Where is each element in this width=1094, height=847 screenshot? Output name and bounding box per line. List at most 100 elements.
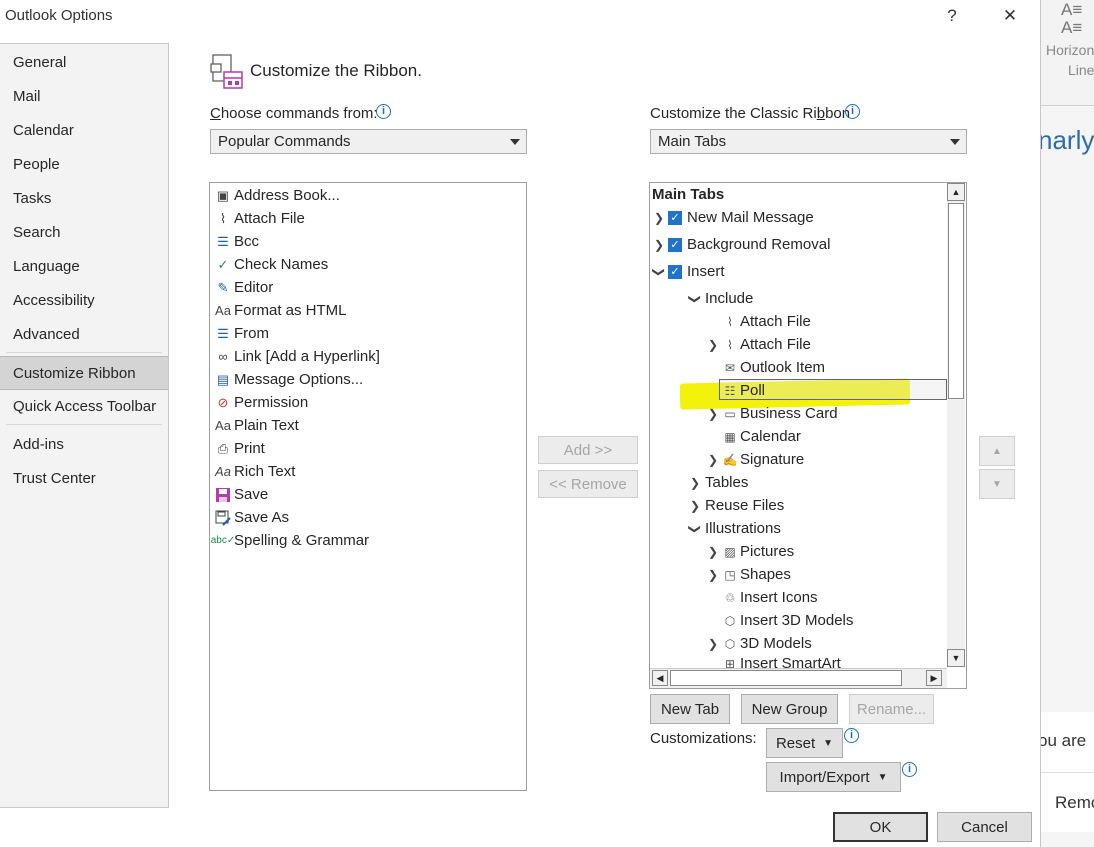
list-item[interactable]: Save [210, 483, 526, 506]
nav-language[interactable]: Language [0, 250, 168, 284]
nav-search[interactable]: Search [0, 216, 168, 250]
list-item[interactable]: ✓ Check Names [210, 253, 526, 276]
tree-node-insert-3d-models[interactable]: ⬡ Insert 3D Models [720, 609, 854, 632]
list-item[interactable]: abc✓ Spelling & Grammar [210, 529, 526, 552]
list-item[interactable]: ☰ From [210, 322, 526, 345]
horizontal-scrollbar[interactable]: ◀ ▶ [650, 668, 947, 688]
list-item[interactable]: ⊘ Permission [210, 391, 526, 414]
checkbox-checked[interactable]: ✓ [668, 210, 682, 225]
help-button[interactable]: ? [932, 2, 972, 30]
nav-add-ins[interactable]: Add-ins [0, 428, 168, 462]
add-button[interactable]: Add >> [538, 436, 638, 464]
new-tab-button[interactable]: New Tab [650, 694, 730, 724]
ribbon-tabs-select[interactable]: Main Tabs [650, 129, 967, 154]
new-group-button[interactable]: New Group [741, 694, 838, 724]
chevron-right-icon[interactable]: ❯ [706, 637, 720, 651]
scroll-thumb[interactable] [670, 670, 902, 686]
tree-node-signature[interactable]: ❯ ✍ Signature [706, 448, 804, 471]
choose-commands-label: Choose commands from: [210, 105, 378, 122]
scroll-right-arrow-icon[interactable]: ▶ [926, 670, 942, 686]
move-up-button[interactable]: ▲ [979, 436, 1015, 466]
tree-node-reuse-files[interactable]: ❯ Reuse Files [688, 494, 784, 517]
list-item[interactable]: Aa Format as HTML [210, 299, 526, 322]
nav-people[interactable]: People [0, 148, 168, 182]
scroll-up-arrow-icon[interactable]: ▲ [947, 183, 965, 201]
doc-text-fragment: ou are [1040, 731, 1087, 750]
tree-node-new-mail[interactable]: ❯ ✓ New Mail Message [652, 206, 814, 229]
chevron-right-icon[interactable]: ❯ [652, 211, 666, 225]
list-item[interactable]: ▣ Address Book... [210, 184, 526, 207]
nav-general[interactable]: General [0, 46, 168, 80]
chevron-right-icon[interactable]: ❯ [706, 545, 720, 559]
chevron-right-icon[interactable]: ❯ [706, 338, 720, 352]
tree-node-outlook-item[interactable]: ✉ Outlook Item [720, 356, 825, 379]
nav-calendar[interactable]: Calendar [0, 114, 168, 148]
tree-node-insert-icons[interactable]: ♲ Insert Icons [720, 586, 818, 609]
list-item[interactable]: ⎙ Print [210, 437, 526, 460]
nav-quick-access-toolbar[interactable]: Quick Access Toolbar [0, 390, 168, 424]
tree-node-business-card[interactable]: ❯ ▭ Business Card [706, 402, 838, 425]
smartart-icon: ⊞ [724, 657, 736, 668]
horizontal-line-icon: A≡ [1061, 0, 1083, 19]
info-icon[interactable]: i [376, 104, 391, 119]
chevron-down-icon[interactable]: ❯ [688, 522, 702, 536]
nav-accessibility[interactable]: Accessibility [0, 284, 168, 318]
scroll-down-arrow-icon[interactable]: ▼ [947, 649, 965, 667]
tree-node-poll[interactable]: ☷ Poll [720, 379, 765, 402]
nav-mail[interactable]: Mail [0, 80, 168, 114]
info-icon[interactable]: i [845, 104, 860, 119]
list-item[interactable]: ☰ Bcc [210, 230, 526, 253]
ribbon-tree[interactable]: Main Tabs ❯ ✓ New Mail Message ❯ ✓ Backgroun… [649, 182, 967, 689]
tree-node-shapes[interactable]: ❯ ◳ Shapes [706, 563, 791, 586]
ribbon-label: Horizon [1046, 42, 1094, 58]
chevron-right-icon[interactable]: ❯ [706, 568, 720, 582]
chevron-down-icon[interactable]: ❯ [652, 265, 666, 279]
tree-node-3d-models[interactable]: ❯ ⬡ 3D Models [706, 632, 812, 655]
list-item[interactable]: ✎ Editor [210, 276, 526, 299]
remove-button[interactable]: << Remove [538, 470, 638, 498]
ok-button[interactable]: OK [833, 812, 928, 842]
vertical-scrollbar[interactable]: ▲ ▼ [947, 183, 965, 667]
tree-node-calendar[interactable]: ▦ Calendar [720, 425, 801, 448]
checkbox-checked[interactable]: ✓ [668, 264, 682, 279]
list-item[interactable]: Save As [210, 506, 526, 529]
list-item[interactable]: Aa Rich Text [210, 460, 526, 483]
chevron-right-icon[interactable]: ❯ [688, 476, 702, 490]
tree-node-insert[interactable]: ❯ ✓ Insert [652, 260, 725, 283]
nav-trust-center[interactable]: Trust Center [0, 462, 168, 496]
tree-node-illustrations[interactable]: ❯ Illustrations [688, 517, 781, 540]
rename-button[interactable]: Rename... [849, 694, 934, 724]
list-item[interactable]: ▤ Message Options... [210, 368, 526, 391]
move-down-button[interactable]: ▼ [979, 469, 1015, 499]
chevron-right-icon[interactable]: ❯ [652, 238, 666, 252]
info-icon[interactable]: i [844, 728, 859, 743]
chevron-right-icon[interactable]: ❯ [688, 499, 702, 513]
checkbox-checked[interactable]: ✓ [668, 237, 682, 252]
cancel-button[interactable]: Cancel [937, 812, 1032, 842]
import-export-button[interactable]: Import/Export ▼ [766, 762, 901, 792]
scroll-thumb[interactable] [948, 203, 964, 399]
commands-list[interactable]: ▣ Address Book... ⌇ Attach File ☰ Bcc ✓ Chec… [209, 182, 527, 791]
choose-commands-select[interactable]: Popular Commands [210, 129, 527, 154]
rich-text-icon: Aa [215, 464, 231, 479]
close-button[interactable]: ✕ [990, 2, 1030, 30]
list-item[interactable]: ⌇ Attach File [210, 207, 526, 230]
tree-node-attach-file[interactable]: ❯ ⌇ Attach File [706, 333, 811, 356]
list-item[interactable]: ∞ Link [Add a Hyperlink] [210, 345, 526, 368]
list-item[interactable]: Aa Plain Text [210, 414, 526, 437]
chevron-down-icon[interactable]: ❯ [688, 292, 702, 306]
tree-node-insert-smartart[interactable]: ⊞ Insert SmartArt [720, 655, 841, 668]
tree-node-tables[interactable]: ❯ Tables [688, 471, 748, 494]
tree-node-attach-file[interactable]: ⌇ Attach File [720, 310, 811, 333]
chevron-right-icon[interactable]: ❯ [706, 453, 720, 467]
reset-button[interactable]: Reset ▼ [766, 728, 843, 758]
tree-node-pictures[interactable]: ❯ ▨ Pictures [706, 540, 794, 563]
nav-advanced[interactable]: Advanced [0, 318, 168, 352]
scroll-left-arrow-icon[interactable]: ◀ [652, 670, 668, 686]
tree-node-include[interactable]: ❯ Include [688, 287, 753, 310]
nav-tasks[interactable]: Tasks [0, 182, 168, 216]
chevron-right-icon[interactable]: ❯ [706, 407, 720, 421]
info-icon[interactable]: i [902, 762, 917, 777]
tree-node-background-removal[interactable]: ❯ ✓ Background Removal [652, 233, 830, 256]
nav-customize-ribbon[interactable]: Customize Ribbon [0, 356, 168, 390]
